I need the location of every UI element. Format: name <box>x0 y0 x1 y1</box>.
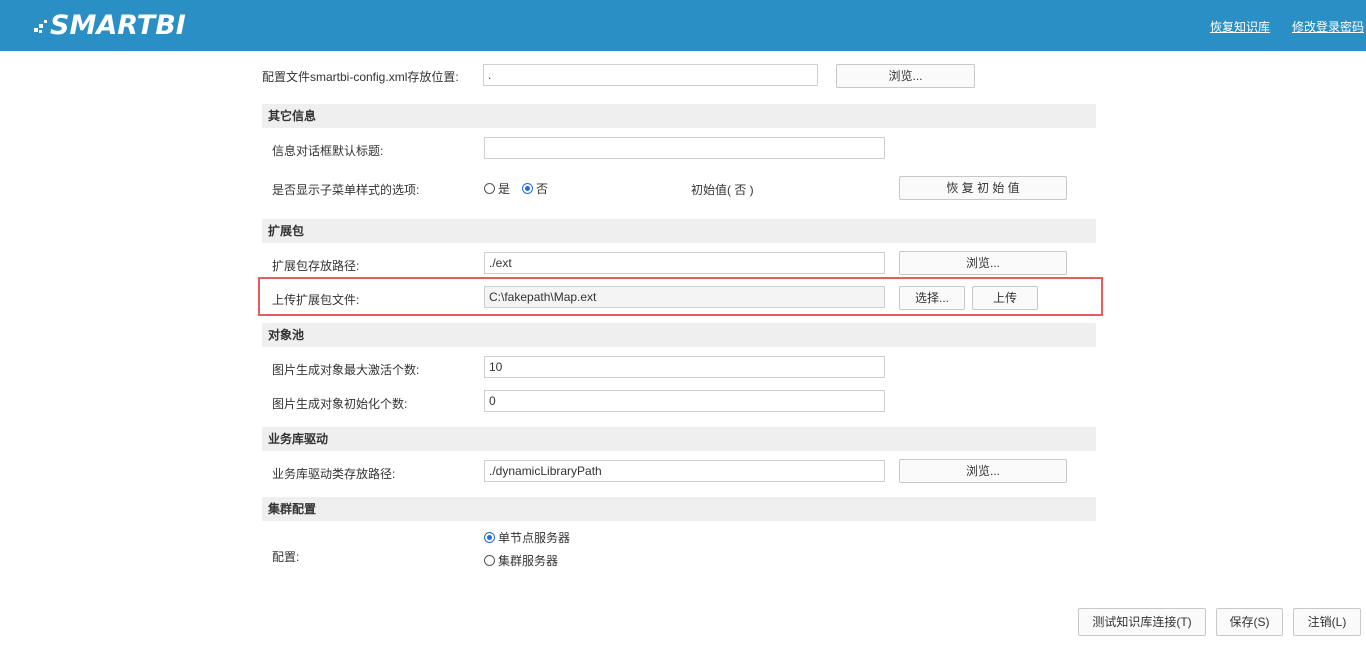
dialog-title-input[interactable] <box>484 137 885 159</box>
choose-file-button[interactable]: 选择... <box>899 286 965 310</box>
ext-browse-button[interactable]: 浏览... <box>899 251 1067 275</box>
cluster-server-option[interactable]: 集群服务器 <box>484 552 558 569</box>
submenu-style-label: 是否显示子菜单样式的选项: <box>272 183 420 197</box>
brand-name: SMARTBI <box>50 9 186 41</box>
cluster-config-label: 配置: <box>272 550 300 564</box>
restore-initial-button[interactable]: 恢 复 初 始 值 <box>899 176 1067 200</box>
section-object-pool: 对象池 <box>262 323 1096 347</box>
section-other-info: 其它信息 <box>262 104 1096 128</box>
save-button[interactable]: 保存(S) <box>1216 608 1283 636</box>
submenu-no-option[interactable]: 否 <box>522 180 548 197</box>
dialog-title-label: 信息对话框默认标题: <box>272 144 384 158</box>
section-driver: 业务库驱动 <box>262 427 1096 451</box>
change-password-link[interactable]: 修改登录密码 <box>1292 18 1364 35</box>
upload-file-input[interactable] <box>484 286 885 308</box>
upload-button[interactable]: 上传 <box>972 286 1038 310</box>
max-active-input[interactable] <box>484 356 885 378</box>
driver-path-input[interactable] <box>484 460 885 482</box>
single-node-option[interactable]: 单节点服务器 <box>484 529 570 546</box>
radio-unchecked-icon <box>484 183 495 194</box>
config-browse-button[interactable]: 浏览... <box>836 64 975 88</box>
init-count-input[interactable] <box>484 390 885 412</box>
radio-checked-icon <box>522 183 533 194</box>
driver-path-label: 业务库驱动类存放路径: <box>272 467 396 481</box>
logout-button[interactable]: 注销(L) <box>1293 608 1361 636</box>
logo-mark-icon <box>34 14 48 36</box>
initial-value-text: 初始值( 否 ) <box>691 183 754 197</box>
section-cluster: 集群配置 <box>262 497 1096 521</box>
ext-path-label: 扩展包存放路径: <box>272 259 360 273</box>
max-active-label: 图片生成对象最大激活个数: <box>272 363 420 377</box>
driver-browse-button[interactable]: 浏览... <box>899 459 1067 483</box>
submenu-yes-option[interactable]: 是 <box>484 180 510 197</box>
upload-ext-label: 上传扩展包文件: <box>272 293 360 307</box>
config-file-label: 配置文件smartbi-config.xml存放位置: <box>262 70 459 84</box>
header-bar: SMARTBI 恢复知识库 修改登录密码 <box>0 0 1366 51</box>
radio-unchecked-icon <box>484 555 495 566</box>
restore-repository-link[interactable]: 恢复知识库 <box>1210 18 1270 35</box>
section-extension: 扩展包 <box>262 219 1096 243</box>
smartbi-logo: SMARTBI <box>34 9 186 41</box>
ext-path-input[interactable] <box>484 252 885 274</box>
config-file-input[interactable] <box>483 64 818 86</box>
test-connection-button[interactable]: 测试知识库连接(T) <box>1078 608 1206 636</box>
radio-checked-icon <box>484 532 495 543</box>
init-count-label: 图片生成对象初始化个数: <box>272 397 408 411</box>
